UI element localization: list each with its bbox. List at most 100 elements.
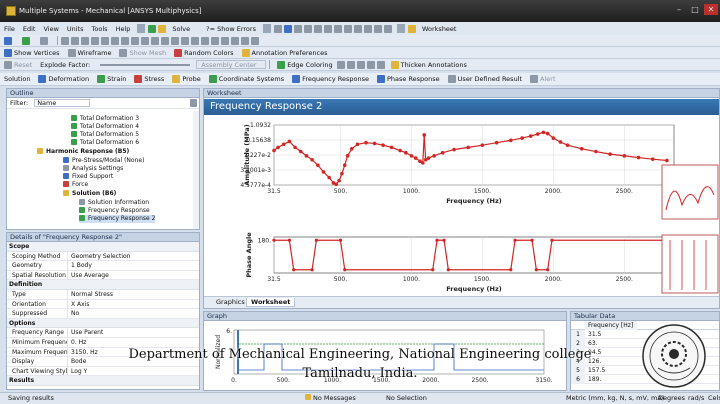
- element-icon[interactable]: [221, 36, 229, 45]
- cursor-icon[interactable]: [273, 24, 282, 33]
- menu-view[interactable]: View: [39, 25, 62, 33]
- tree-fixed-support[interactable]: Fixed Support: [63, 173, 113, 181]
- graph-button[interactable]: [18, 35, 36, 46]
- legend-icon[interactable]: [121, 36, 129, 45]
- tree-solution[interactable]: Solution (B6): [63, 190, 116, 198]
- reset-button[interactable]: Reset: [0, 59, 36, 70]
- axis-y-icon[interactable]: [81, 36, 89, 45]
- zoom-out-icon[interactable]: [303, 24, 312, 33]
- assembly-center-select[interactable]: Assembly Center: [196, 60, 267, 69]
- alert-button[interactable]: Alert: [526, 73, 559, 85]
- label-icon[interactable]: [141, 36, 149, 45]
- tabular-column-frequency[interactable]: Frequency [Hz]: [585, 320, 637, 330]
- menu-edit[interactable]: Edit: [19, 25, 40, 33]
- iso-view-icon[interactable]: [101, 36, 109, 45]
- detail-row[interactable]: Scoping Method Geometry Selection: [7, 251, 199, 262]
- axis-z-icon[interactable]: [91, 36, 99, 45]
- frequency-response-menu[interactable]: Frequency Response: [288, 73, 373, 85]
- show-icon[interactable]: [251, 36, 259, 45]
- strain-menu[interactable]: Strain: [93, 73, 130, 85]
- section-options[interactable]: Options: [7, 318, 199, 329]
- tree-total-deformation-6[interactable]: Total Deformation 6: [71, 139, 139, 147]
- tree-harmonic-response[interactable]: Harmonic Response (B5): [37, 148, 129, 156]
- solve-button[interactable]: Solve: [168, 25, 194, 33]
- tab-graphics[interactable]: Graphics: [212, 298, 249, 307]
- tree-analysis-settings[interactable]: Analysis Settings: [63, 165, 123, 173]
- edge-style-icon-3[interactable]: [356, 60, 365, 69]
- new-icon[interactable]: [148, 24, 157, 33]
- node-icon[interactable]: [211, 36, 219, 45]
- show-errors-button[interactable]: ?= Show Errors: [202, 25, 260, 33]
- coordinate-systems-menu[interactable]: Coordinate Systems: [205, 73, 288, 85]
- detail-row[interactable]: Orientation X Axis: [7, 299, 199, 310]
- detail-row[interactable]: Type Normal Stress: [7, 289, 199, 300]
- box-zoom-icon[interactable]: [343, 24, 352, 33]
- magnifier-icon[interactable]: [353, 24, 362, 33]
- tree-force[interactable]: Force: [63, 181, 88, 189]
- section-definition[interactable]: Definition: [7, 280, 199, 290]
- filter-search-icon[interactable]: [189, 99, 197, 107]
- menu-tools[interactable]: Tools: [88, 25, 112, 33]
- rotate-icon[interactable]: [323, 24, 332, 33]
- menu-help[interactable]: Help: [112, 25, 135, 33]
- hide-icon[interactable]: [241, 36, 249, 45]
- filter-select[interactable]: Name: [34, 99, 90, 107]
- viewport-icon[interactable]: [383, 24, 392, 33]
- outline-scrollbar[interactable]: [193, 111, 199, 229]
- section-scope[interactable]: Scope: [7, 242, 199, 252]
- detail-row[interactable]: Suppressed No: [7, 309, 199, 319]
- triad-icon[interactable]: [131, 36, 139, 45]
- extend-icon[interactable]: [231, 36, 239, 45]
- fit-icon[interactable]: [333, 24, 342, 33]
- thicken-annotations-button[interactable]: Thicken Annotations: [387, 59, 471, 70]
- wireframe-button[interactable]: Wireframe: [64, 47, 116, 58]
- menu-units[interactable]: Units: [63, 25, 88, 33]
- menu-file[interactable]: File: [0, 25, 19, 33]
- status-messages[interactable]: No Messages: [305, 394, 356, 402]
- edge-icon[interactable]: [181, 36, 189, 45]
- axis-x-icon[interactable]: [71, 36, 79, 45]
- redo-view-icon[interactable]: [373, 24, 382, 33]
- section-icon[interactable]: [151, 36, 159, 45]
- edge-style-icon-5[interactable]: [376, 60, 385, 69]
- maximize-button[interactable]: □: [688, 4, 702, 15]
- minimize-button[interactable]: –: [672, 4, 686, 15]
- show-mesh-button[interactable]: Show Mesh: [115, 47, 170, 58]
- edge-coloring-button[interactable]: Edge Coloring: [273, 59, 336, 70]
- probe-menu[interactable]: Probe: [168, 73, 204, 85]
- status-degrees[interactable]: Degrees: [658, 394, 685, 402]
- tree-total-deformation-5[interactable]: Total Deformation 5: [71, 131, 139, 139]
- tree-frequency-response[interactable]: Frequency Response: [79, 207, 150, 215]
- ruler-icon[interactable]: [111, 36, 119, 45]
- detail-row[interactable]: Spatial Resolution Use Average: [7, 270, 199, 281]
- show-vertices-button[interactable]: Show Vertices: [0, 47, 64, 58]
- pan-icon[interactable]: [313, 24, 322, 33]
- edge-style-icon-4[interactable]: [366, 60, 375, 69]
- tab-worksheet[interactable]: Worksheet: [246, 298, 296, 307]
- close-button[interactable]: ✕: [704, 4, 718, 15]
- random-colors-button[interactable]: Random Colors: [170, 47, 237, 58]
- status-units[interactable]: Metric (mm, kg, N, s, mV, mA): [566, 394, 664, 402]
- undo-view-icon[interactable]: [363, 24, 372, 33]
- status-rads[interactable]: rad/s: [688, 394, 704, 402]
- zoom-in-icon[interactable]: [293, 24, 302, 33]
- tree-pre-stress[interactable]: Pre-Stress/Modal (None): [63, 157, 144, 165]
- stress-menu[interactable]: Stress: [130, 73, 168, 85]
- explode-factor-slider[interactable]: [100, 63, 191, 66]
- worksheet-button[interactable]: Worksheet: [418, 25, 461, 33]
- status-celsius[interactable]: Celsius: [708, 394, 720, 402]
- annotation-preferences-button[interactable]: Annotation Preferences: [238, 47, 332, 58]
- deformation-menu[interactable]: Deformation: [34, 73, 93, 85]
- tree-solution-information[interactable]: Solution Information: [79, 199, 149, 207]
- tree-total-deformation-3[interactable]: Total Deformation 3: [71, 115, 139, 123]
- edge-style-icon-2[interactable]: [346, 60, 355, 69]
- vertex-icon[interactable]: [171, 36, 179, 45]
- select-icon[interactable]: [283, 24, 292, 33]
- solve-icon[interactable]: [158, 24, 167, 33]
- edge-style-icon-1[interactable]: [336, 60, 345, 69]
- face-icon[interactable]: [191, 36, 199, 45]
- detail-row[interactable]: Frequency Range Use Parent: [7, 328, 199, 338]
- worksheet-icon[interactable]: [407, 24, 416, 33]
- sync-button[interactable]: [36, 35, 54, 46]
- user-defined-result-button[interactable]: User Defined Result: [444, 73, 526, 85]
